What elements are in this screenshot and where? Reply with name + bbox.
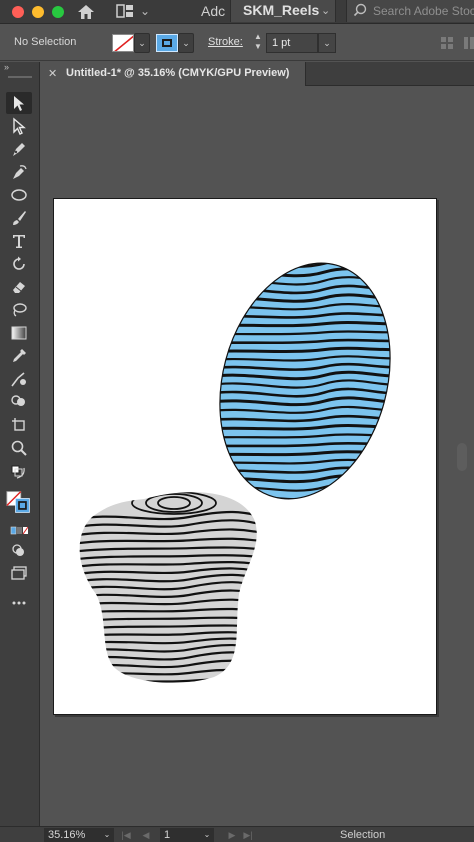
- fill-dropdown-button[interactable]: ⌄: [134, 33, 150, 53]
- color-mode-icon[interactable]: [6, 520, 32, 542]
- stroke-label[interactable]: Stroke:: [208, 36, 243, 48]
- stroke-weight-field[interactable]: 1 pt: [266, 33, 318, 53]
- stroke-swatch-inner: [162, 39, 172, 47]
- document-switcher-label: SKM_Reels: [243, 2, 320, 18]
- close-tab-icon[interactable]: ✕: [48, 67, 57, 80]
- lasso-tool-icon[interactable]: [6, 299, 32, 321]
- tab-title: Untitled-1* @ 35.16% (CMYK/GPU Preview): [66, 67, 290, 79]
- stroke-weight-dropdown[interactable]: ⌄: [318, 33, 336, 53]
- search-input[interactable]: [373, 3, 474, 19]
- curvature-tool-icon[interactable]: [6, 161, 32, 183]
- last-artboard-button[interactable]: ▶|: [242, 828, 254, 842]
- illustrator-window: ⌄ Adc SKM_Reels ⌄ No Selection ⌄ ⌄ Strok…: [0, 0, 474, 842]
- type-tool-icon[interactable]: [6, 230, 32, 252]
- blend-tool-icon[interactable]: [6, 368, 32, 390]
- edit-toolbar-icon[interactable]: [6, 592, 32, 614]
- zoom-dropdown-button[interactable]: ⌄: [100, 828, 114, 842]
- shape-builder-tool-icon[interactable]: [6, 391, 32, 413]
- document-tab-bar: ✕ Untitled-1* @ 35.16% (CMYK/GPU Preview…: [40, 62, 474, 86]
- first-artboard-button[interactable]: |◀: [120, 828, 132, 842]
- none-fill-icon: [114, 35, 133, 51]
- gradient-tool-icon[interactable]: [6, 322, 32, 344]
- current-tool-status: Selection: [340, 829, 386, 841]
- zoom-level-field[interactable]: 35.16%: [44, 828, 100, 842]
- rotate-tool-icon[interactable]: [6, 253, 32, 275]
- close-window-button[interactable]: [12, 6, 24, 18]
- zoom-tool-icon[interactable]: [6, 437, 32, 459]
- chevron-down-icon[interactable]: ⌄: [140, 4, 150, 18]
- panel-grip[interactable]: [8, 76, 32, 78]
- search-icon: [353, 3, 367, 17]
- paintbrush-tool-icon[interactable]: [6, 207, 32, 229]
- next-artboard-button[interactable]: ▶: [226, 828, 238, 842]
- app-name-truncated: Adc: [201, 3, 226, 19]
- egg-stripe: [203, 259, 415, 269]
- ellipse-tool-icon[interactable]: [6, 184, 32, 206]
- fill-swatch[interactable]: [112, 34, 134, 52]
- collapse-panel-icon[interactable]: »: [4, 62, 9, 72]
- egg-stripe: [203, 251, 415, 259]
- artboard-tool-icon[interactable]: [6, 414, 32, 436]
- zoom-window-button[interactable]: [52, 6, 64, 18]
- gray-blob-shape[interactable]: [69, 492, 269, 685]
- document-switcher[interactable]: SKM_Reels ⌄: [230, 0, 336, 22]
- arrange-panels-icon[interactable]: [441, 37, 453, 49]
- artboard[interactable]: [53, 198, 437, 715]
- eraser-tool-icon[interactable]: [6, 276, 32, 298]
- previous-artboard-button[interactable]: ◀: [140, 828, 152, 842]
- fill-stroke-indicator[interactable]: [6, 487, 32, 517]
- draw-mode-icon[interactable]: [6, 540, 32, 562]
- swap-fill-stroke-icon[interactable]: [6, 462, 32, 484]
- stroke-dropdown-button[interactable]: ⌄: [178, 33, 194, 53]
- scrollbar-thumb[interactable]: [457, 443, 467, 471]
- home-icon[interactable]: [76, 3, 96, 21]
- minimize-window-button[interactable]: [32, 6, 44, 18]
- chevron-down-icon: ⌄: [321, 5, 331, 17]
- artwork-layer: [69, 244, 416, 685]
- title-bar: ⌄ Adc SKM_Reels ⌄: [0, 0, 474, 24]
- eyedropper-tool-icon[interactable]: [6, 345, 32, 367]
- adobe-stock-search[interactable]: [346, 0, 474, 22]
- pen-tool-icon[interactable]: [6, 138, 32, 160]
- workspace-switcher-icon[interactable]: [116, 4, 134, 18]
- stroke-swatch[interactable]: [156, 34, 178, 52]
- status-bar: 35.16% ⌄ |◀ ◀ 1 ⌄ ▶ ▶| Selection: [0, 826, 474, 842]
- stroke-weight-stepper[interactable]: ▲ ▼: [251, 32, 265, 54]
- artboard-number-field[interactable]: 1: [160, 828, 200, 842]
- control-bar: No Selection ⌄ ⌄ Stroke: ▲ ▼ 1 pt ⌄: [0, 25, 474, 61]
- panel-menu-icon[interactable]: [464, 37, 474, 49]
- selection-status: No Selection: [14, 36, 77, 48]
- tools-panel: »: [0, 62, 40, 827]
- direct-selection-tool-icon[interactable]: [6, 115, 32, 137]
- canvas[interactable]: [41, 87, 474, 825]
- selection-tool-icon[interactable]: [6, 92, 32, 114]
- artboard-dropdown-button[interactable]: ⌄: [200, 828, 214, 842]
- screen-mode-icon[interactable]: [6, 562, 32, 584]
- blue-egg-shape[interactable]: [195, 244, 416, 518]
- tab-untitled-1[interactable]: ✕ Untitled-1* @ 35.16% (CMYK/GPU Preview…: [40, 62, 306, 86]
- vertical-scrollbar[interactable]: [453, 87, 474, 825]
